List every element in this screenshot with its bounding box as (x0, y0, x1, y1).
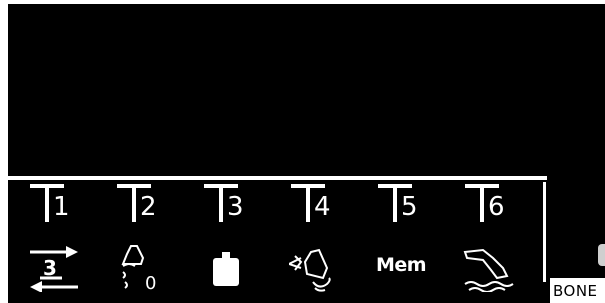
bucket-zero-icon: 0 (121, 245, 156, 292)
tool-icon-label: 0 (145, 273, 156, 292)
tool-button-t6[interactable]: 6 (457, 184, 517, 300)
tool-letter-stem (132, 188, 136, 222)
tool-number: 4 (314, 192, 331, 222)
tool-label-t4: 4 (291, 184, 343, 234)
watermark-logo: BONE (550, 278, 605, 303)
toolbar-vertical-divider (543, 182, 546, 282)
tool-number: 2 (140, 192, 157, 222)
excavator-arm-icon (463, 248, 514, 292)
tool-button-t1[interactable]: 1 3 (22, 184, 82, 300)
hammer-weight-icon (213, 252, 239, 286)
tool-label-t3: 3 (204, 184, 256, 234)
tool-letter-stem (45, 188, 49, 222)
tool-number: 3 (227, 192, 244, 222)
tool-letter-stem (219, 188, 223, 222)
tool-button-t4[interactable]: 4 (283, 184, 343, 300)
tool-button-t3[interactable]: 3 (196, 184, 256, 300)
tool-number: 6 (488, 192, 505, 222)
tool-number: 5 (401, 192, 418, 222)
device-screen: 1 3 2 0 3 4 5 Mem 6 BONE (0, 0, 605, 303)
tool-icon-label: Mem (376, 254, 427, 276)
tool-label-t1: 1 (30, 184, 82, 234)
memory-icon: Mem (376, 244, 428, 292)
tool-letter-stem (393, 188, 397, 222)
tool-label-t6: 6 (465, 184, 517, 234)
tool-label-t5: 5 (378, 184, 430, 234)
tool-button-t5[interactable]: 5 Mem (370, 184, 430, 300)
tool-letter-stem (480, 188, 484, 222)
bucket-rotate-icon (289, 248, 331, 292)
tool-button-t2[interactable]: 2 0 (109, 184, 169, 300)
partial-icon-edge (598, 244, 605, 266)
tool-number: 1 (53, 192, 70, 222)
tool-icon-label: 3 (43, 256, 57, 280)
watermark-text: BONE (553, 282, 598, 300)
toolbar-divider (6, 176, 547, 180)
tool-label-t2: 2 (117, 184, 169, 234)
tool-letter-stem (306, 188, 310, 222)
wiper-three-speed-icon: 3 (30, 246, 78, 292)
